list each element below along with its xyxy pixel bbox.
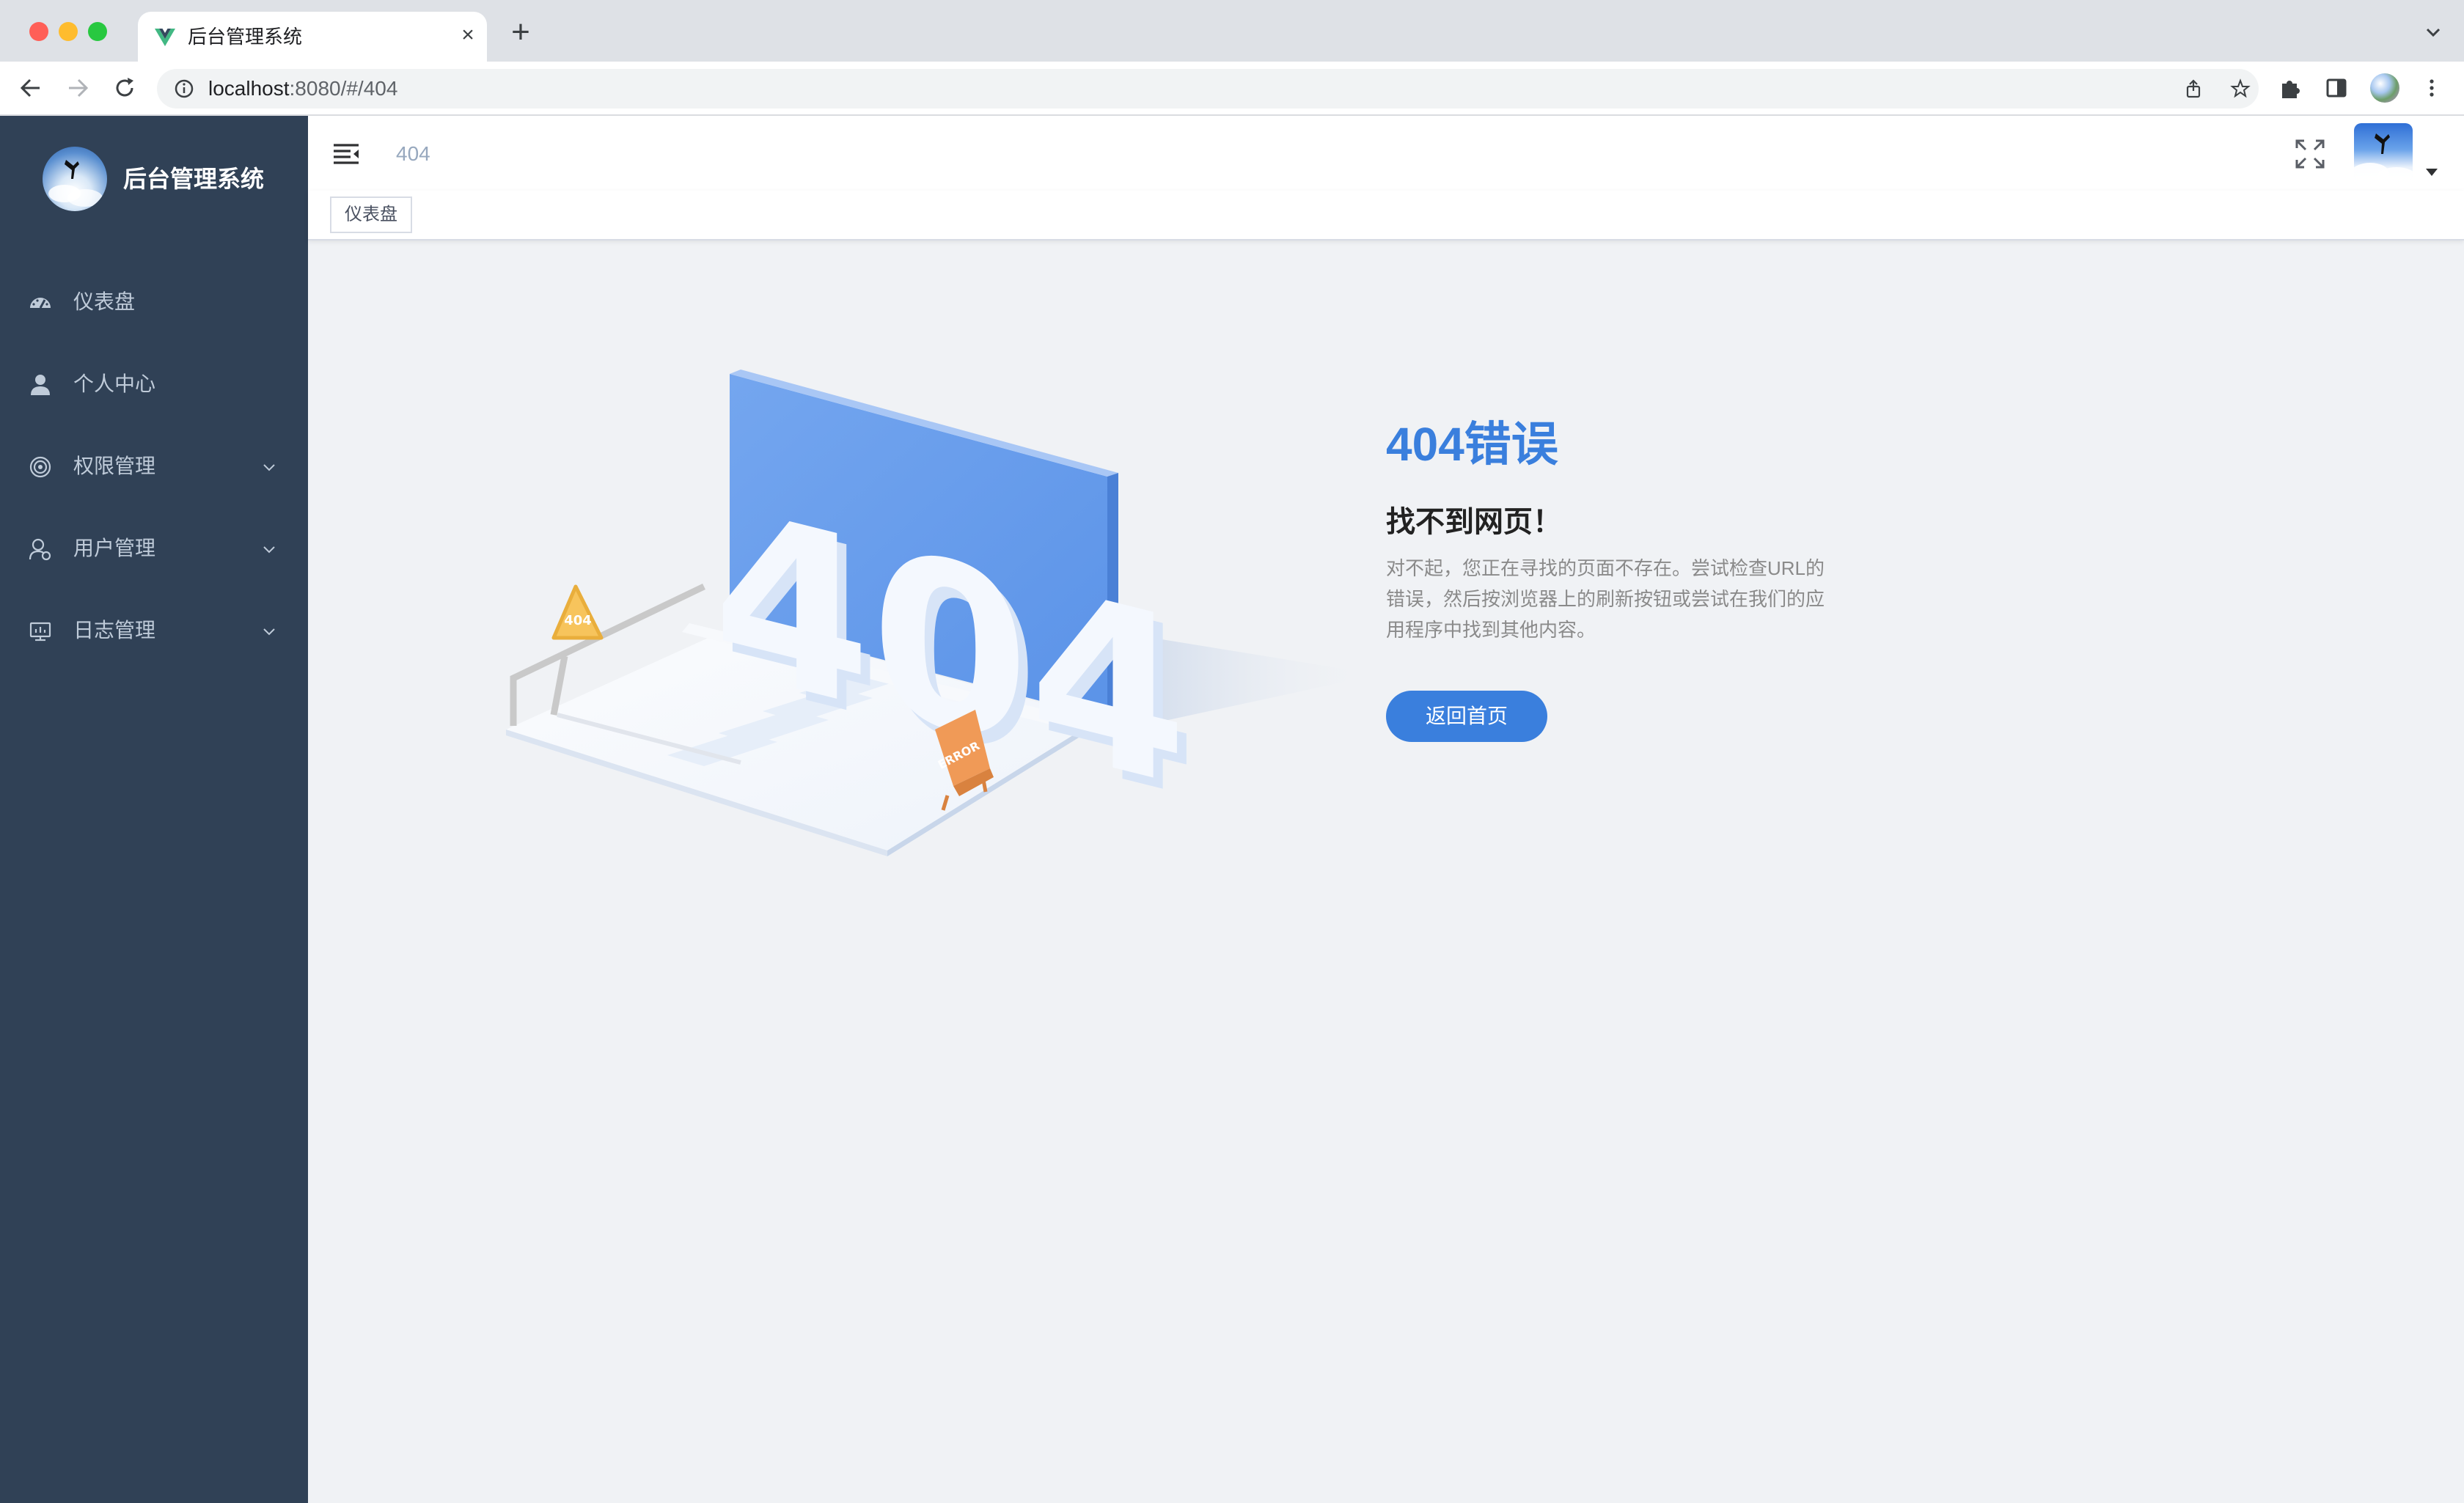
back-home-button[interactable]: 返回首页 — [1386, 691, 1547, 742]
reload-icon[interactable] — [110, 73, 139, 103]
browser-toolbar: localhost:8080/#/404 — [0, 62, 2464, 116]
sign-404-text: 404 — [564, 613, 592, 628]
error-title: 404错误 — [1386, 418, 1558, 471]
fullscreen-icon[interactable] — [2292, 136, 2328, 172]
app-logo — [43, 147, 107, 211]
tab-close-icon[interactable]: × — [455, 22, 481, 48]
url-text: localhost:8080/#/404 — [208, 78, 397, 100]
error-404-illustration: 404 404 404 ERROR — [506, 370, 1379, 856]
profile-avatar[interactable] — [2370, 73, 2399, 103]
site-info-icon[interactable] — [173, 78, 195, 100]
maximize-window-button[interactable] — [88, 22, 107, 41]
hamburger-icon[interactable] — [331, 139, 361, 169]
permission-icon — [29, 456, 51, 478]
sidebar-item-label: 个人中心 — [73, 372, 156, 395]
chevron-down-icon — [263, 464, 275, 471]
navbar: 404 — [308, 116, 2464, 191]
address-bar[interactable]: localhost:8080/#/404 — [157, 69, 2259, 109]
sidebar-item-label: 日志管理 — [73, 619, 156, 642]
breadcrumb: 404 — [396, 142, 430, 165]
chevron-down-icon — [263, 546, 275, 554]
sidebar-item-permission[interactable]: 权限管理 — [0, 427, 308, 509]
sidebar-item-logs[interactable]: 日志管理 — [0, 591, 308, 673]
minimize-window-button[interactable] — [59, 22, 78, 41]
forward-arrow-icon[interactable] — [63, 73, 92, 103]
tab-title: 后台管理系统 — [188, 26, 303, 48]
app-title: 后台管理系统 — [123, 166, 265, 192]
user-avatar[interactable] — [2354, 123, 2413, 182]
sidebar: 后台管理系统 仪表盘 个人中心 权限管理 用户管理 日志管理 — [0, 116, 308, 1503]
tab-search-chevron-icon[interactable] — [2421, 21, 2445, 44]
error-info: 对不起，您正在寻找的页面不存在。尝试检查URL的错误，然后按浏览器上的刷新按钮或… — [1386, 557, 1825, 641]
url-path: :8080/#/404 — [289, 77, 398, 100]
user-management-icon — [29, 538, 51, 561]
browser-tabstrip: 后台管理系统 × + — [0, 0, 2464, 62]
log-icon — [29, 622, 51, 642]
new-tab-button[interactable]: + — [506, 16, 535, 48]
chevron-down-icon — [263, 628, 275, 636]
browser-tab[interactable]: 后台管理系统 × — [138, 12, 487, 62]
sidebar-item-label: 用户管理 — [73, 537, 156, 559]
vue-logo-icon — [155, 29, 175, 46]
browser-menu-icon[interactable] — [2419, 75, 2445, 101]
url-host: localhost — [208, 77, 290, 100]
side-panel-icon[interactable] — [2323, 75, 2350, 101]
caret-down-icon[interactable] — [2424, 167, 2439, 177]
sidebar-item-label: 权限管理 — [73, 455, 156, 477]
sidebar-item-profile[interactable]: 个人中心 — [0, 345, 308, 427]
tag-dashboard[interactable]: 仪表盘 — [330, 196, 412, 233]
sidebar-item-dashboard[interactable]: 仪表盘 — [0, 262, 308, 345]
back-arrow-icon[interactable] — [16, 73, 45, 103]
error-headline: 找不到网页！ — [1386, 506, 1562, 538]
sidebar-item-label: 仪表盘 — [73, 290, 136, 313]
sidebar-item-user-management[interactable]: 用户管理 — [0, 509, 308, 591]
bookmark-star-icon[interactable] — [2229, 78, 2251, 100]
close-window-button[interactable] — [29, 22, 48, 41]
extensions-puzzle-icon[interactable] — [2276, 75, 2303, 101]
dashboard-icon — [30, 298, 51, 309]
user-icon — [31, 375, 50, 395]
share-icon[interactable] — [2182, 78, 2204, 100]
tags-view: 仪表盘 — [308, 191, 2464, 240]
